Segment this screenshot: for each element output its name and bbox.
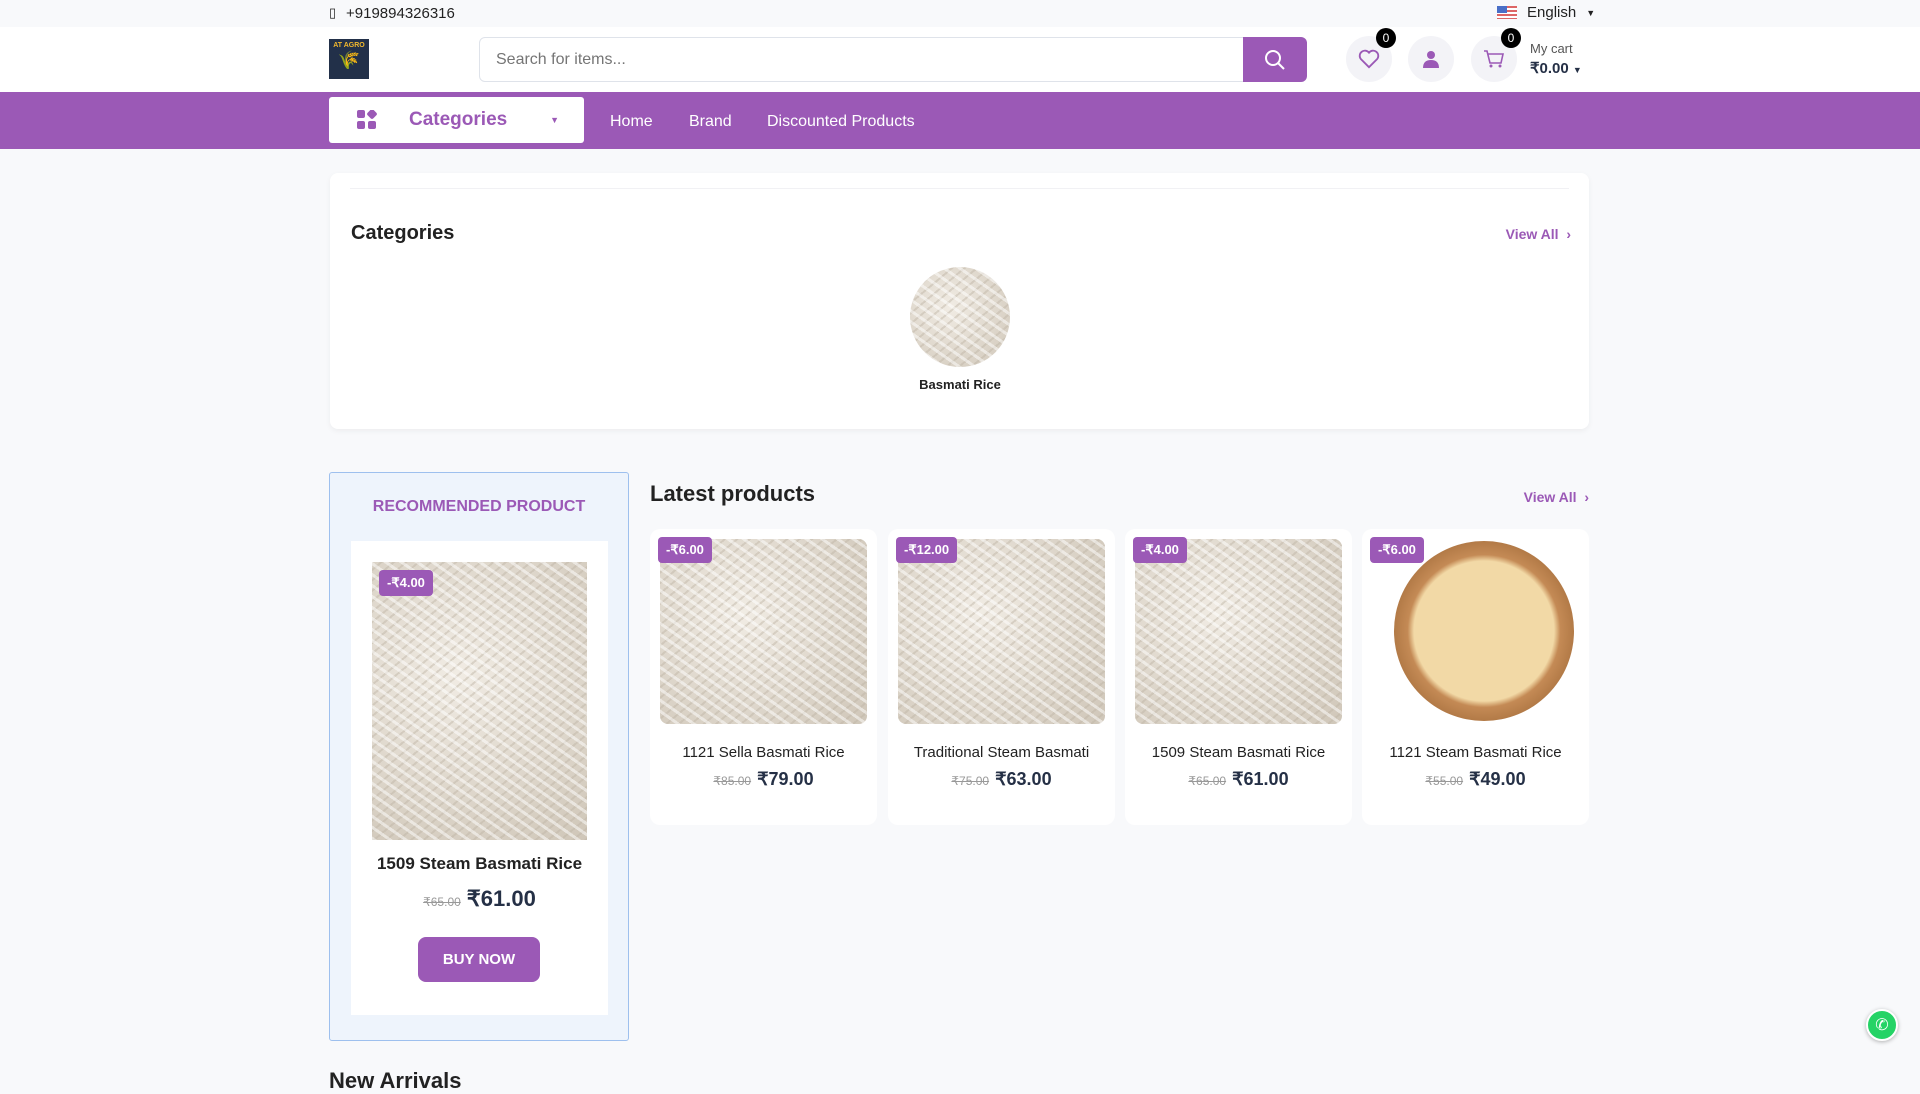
- cart-button[interactable]: 0: [1471, 28, 1521, 82]
- category-item[interactable]: Basmati Rice: [910, 267, 1010, 392]
- product-name: 1121 Steam Basmati Rice: [1389, 744, 1562, 761]
- old-price: ₹65.00: [1188, 774, 1227, 788]
- latest-products-title: Latest products: [650, 481, 816, 506]
- categories-label: Categories: [409, 109, 508, 130]
- cart-label: My cart: [1530, 41, 1573, 56]
- language-selector[interactable]: English ▼: [1497, 4, 1595, 21]
- section-title: Categories: [351, 222, 455, 244]
- header: AT AGRO🌾 0 0 My cart ₹0.00 ▼: [0, 27, 1920, 92]
- buy-now-button[interactable]: BUY NOW: [418, 937, 540, 982]
- latest-view-all[interactable]: View All ›: [1524, 489, 1589, 505]
- recommended-product: RECOMMENDED PRODUCT -₹4.00 1509 Steam Ba…: [329, 472, 629, 1041]
- product-image: [1135, 539, 1342, 724]
- discount-badge: -₹12.00: [896, 537, 958, 563]
- nav-discounted-products[interactable]: Discounted Products: [767, 113, 915, 131]
- cart-count: 0: [1501, 28, 1521, 48]
- product-name: 1509 Steam Basmati Rice: [376, 854, 583, 873]
- us-flag-icon: [1497, 6, 1517, 19]
- category-name: Basmati Rice: [919, 377, 1001, 392]
- product-name: 1121 Sella Basmati Rice: [682, 744, 845, 761]
- price: ₹49.00: [1469, 769, 1526, 789]
- discount-badge: -₹4.00: [379, 570, 433, 596]
- categories-view-all[interactable]: View All ›: [1506, 226, 1571, 242]
- search-input[interactable]: [479, 37, 1245, 82]
- wishlist-button[interactable]: 0: [1346, 28, 1396, 82]
- cart-total: ₹0.00: [1530, 60, 1569, 77]
- search-button[interactable]: [1243, 37, 1307, 82]
- categories-dropdown[interactable]: Categories ▼: [329, 97, 584, 143]
- discount-badge: -₹6.00: [658, 537, 712, 563]
- caret-down-icon: ▼: [1572, 65, 1582, 75]
- grid-icon: [357, 110, 377, 129]
- caret-down-icon: ▼: [1586, 7, 1596, 18]
- product-image: [372, 562, 587, 840]
- price: ₹61.00: [1232, 769, 1289, 789]
- product-name: Traditional Steam Basmati: [913, 744, 1090, 761]
- wishlist-count: 0: [1376, 28, 1396, 48]
- old-price: ₹85.00: [713, 774, 752, 788]
- top-bar: ▯ +919894326316 English ▼: [0, 0, 1920, 27]
- categories-section: Categories View All › Basmati Rice: [330, 173, 1589, 429]
- category-image: [910, 267, 1010, 367]
- account-button[interactable]: [1408, 36, 1454, 82]
- price: ₹63.00: [995, 769, 1052, 789]
- old-price: ₹75.00: [951, 774, 990, 788]
- product-card[interactable]: -₹6.00 1121 Sella Basmati Rice ₹85.00 ₹79…: [650, 529, 877, 825]
- product-name: 1509 Steam Basmati Rice: [1151, 744, 1326, 761]
- language-label: English: [1527, 4, 1577, 21]
- new-arrivals-title: New Arrivals: [329, 1068, 462, 1093]
- whatsapp-icon[interactable]: ✆: [1866, 1009, 1898, 1041]
- old-price: ₹55.00: [1425, 774, 1464, 788]
- heart-icon: [1358, 49, 1380, 69]
- product-card[interactable]: -₹6.00 1121 Steam Basmati Rice ₹55.00 ₹49…: [1362, 529, 1589, 825]
- recommended-card[interactable]: -₹4.00 1509 Steam Basmati Rice ₹65.00 ₹61…: [351, 541, 608, 1015]
- price: ₹61.00: [466, 886, 536, 911]
- logo[interactable]: AT AGRO 🌾: [329, 39, 369, 79]
- product-image: [1372, 539, 1579, 724]
- product-card[interactable]: -₹4.00 1509 Steam Basmati Rice ₹65.00 ₹61…: [1125, 529, 1352, 825]
- old-price: ₹65.00: [423, 895, 461, 909]
- product-card[interactable]: -₹12.00 Traditional Steam Basmati ₹75.00…: [888, 529, 1115, 825]
- search-icon: [1265, 49, 1285, 70]
- cart-summary[interactable]: My cart ₹0.00 ▼: [1530, 41, 1582, 77]
- discount-badge: -₹6.00: [1370, 537, 1424, 563]
- phone-number: +919894326316: [346, 5, 455, 22]
- product-image: [898, 539, 1105, 724]
- product-image: [660, 539, 867, 724]
- user-icon: [1423, 51, 1439, 68]
- nav-brand[interactable]: Brand: [689, 113, 732, 131]
- nav-home[interactable]: Home: [610, 113, 653, 131]
- price: ₹79.00: [757, 769, 814, 789]
- main-nav: Categories ▼ Home Brand Discounted Produ…: [0, 92, 1920, 149]
- phone-icon: ▯: [329, 5, 337, 20]
- recommended-title: RECOMMENDED PRODUCT: [372, 498, 586, 515]
- discount-badge: -₹4.00: [1133, 537, 1187, 563]
- cart-icon: [1484, 50, 1504, 68]
- caret-down-icon: ▼: [550, 115, 559, 125]
